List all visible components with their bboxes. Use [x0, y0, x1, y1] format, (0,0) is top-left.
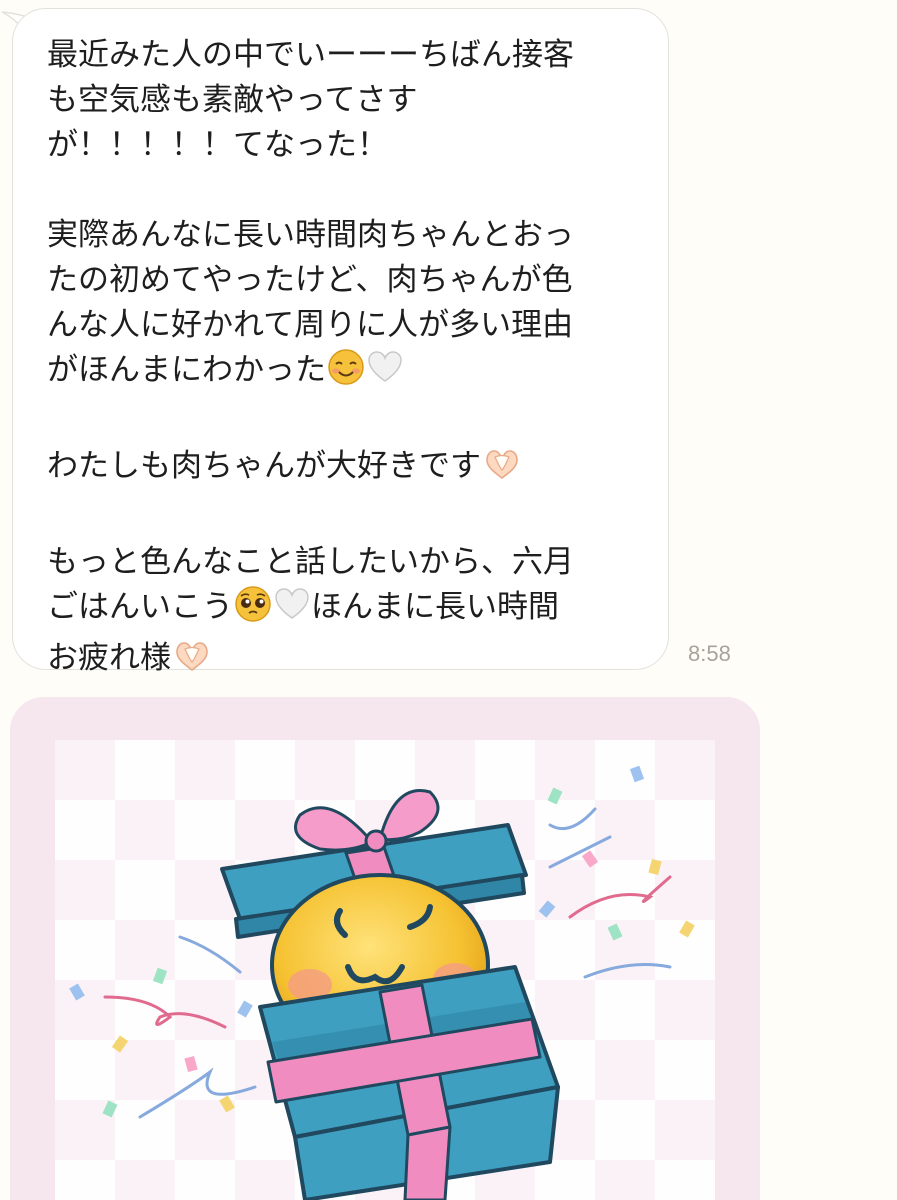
- message-line: [47, 168, 648, 213]
- message-text: ほんまに長い時間: [311, 589, 559, 625]
- message-line: んな人に好かれて周りに人が多い理由: [47, 307, 574, 343]
- message-line: お疲れ様: [47, 636, 648, 687]
- message-line: 実際あんなに長い時間肉ちゃんとおっ: [47, 217, 574, 253]
- message-line: が！！！！！てなった！: [47, 127, 388, 163]
- white-heart-icon: [366, 348, 404, 399]
- message-text: ごはんいこう: [47, 589, 233, 625]
- message-line: たの初めてやったけど、肉ちゃんが色: [47, 262, 573, 298]
- message-line: [47, 495, 648, 540]
- message-line: も空気感も素敵やってさす: [47, 82, 418, 118]
- smiling-face-icon: [327, 348, 365, 399]
- message-line: 最近みた人の中でいーーーちばん接客: [47, 37, 574, 73]
- message-text: がほんまにわかった: [47, 352, 326, 388]
- pleading-face-icon: [234, 585, 272, 636]
- message-text: お疲れ様: [47, 640, 171, 676]
- message-text: わたしも肉ちゃんが大好きです: [47, 448, 481, 484]
- chat-view: 最近みた人の中でいーーーちばん接客 も空気感も素敵やってさす が！！！！！てなっ…: [0, 0, 897, 1200]
- sticker-illustration: [10, 697, 760, 1200]
- message-line: がほんまにわかった: [47, 348, 648, 399]
- message-timestamp: 8:58: [688, 641, 731, 666]
- heart-hands-icon: [482, 446, 522, 495]
- heart-hands-icon: [172, 638, 212, 687]
- message-line: もっと色んなこと話したいから、六月: [47, 544, 574, 580]
- white-heart-icon: [273, 585, 311, 636]
- gift-box-sticker[interactable]: [10, 697, 760, 1200]
- message-line: わたしも肉ちゃんが大好きです: [47, 444, 648, 495]
- received-message-bubble[interactable]: 最近みた人の中でいーーーちばん接客 も空気感も素敵やってさす が！！！！！てなっ…: [12, 8, 669, 676]
- gift-box-body: [258, 965, 560, 1200]
- message-line: ごはんいこう ほんまに長い時間: [47, 585, 648, 636]
- message-line: [47, 399, 648, 444]
